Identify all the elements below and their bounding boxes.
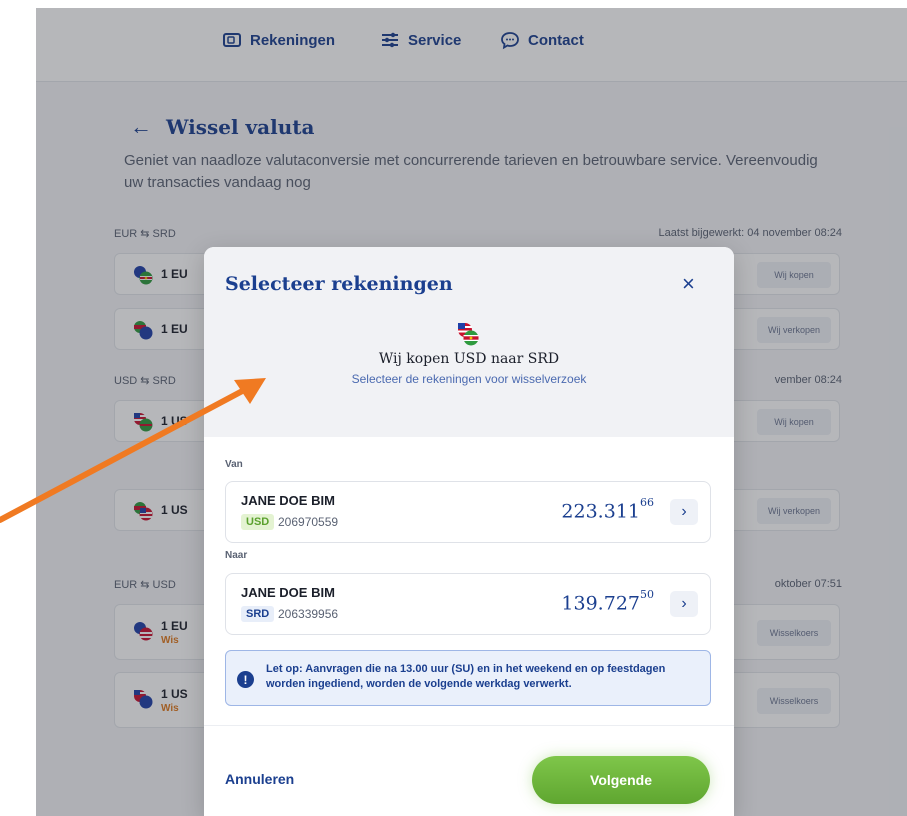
currency-badge: USD xyxy=(241,514,275,530)
select-accounts-modal: Selecteer rekeningen × Wij kopen USD naa… xyxy=(204,247,734,816)
account-number: 206970559 xyxy=(278,515,339,529)
cancel-button[interactable]: Annuleren xyxy=(225,771,294,787)
balance-cents: 66 xyxy=(640,496,654,509)
usd-srd-flag-icon xyxy=(458,323,479,346)
balance-main: 223.311 xyxy=(561,500,640,523)
notice-text: Let op: Aanvragen die na 13.00 uur (SU) … xyxy=(266,663,666,690)
chevron-right-icon[interactable]: › xyxy=(670,591,698,617)
to-label: Naar xyxy=(225,550,248,561)
account-holder-name: JANE DOE BIM xyxy=(241,493,335,508)
exchange-direction-heading: Wij kopen USD naar SRD xyxy=(378,351,560,367)
account-holder-name: JANE DOE BIM xyxy=(241,585,335,600)
to-account-card[interactable]: JANE DOE BIM SRD 206339956 139.72750 › xyxy=(225,573,711,635)
from-label: Van xyxy=(225,459,243,470)
balance-main: 139.727 xyxy=(561,592,640,615)
from-account-card[interactable]: JANE DOE BIM USD 206970559 223.31166 › xyxy=(225,481,711,543)
info-icon: ! xyxy=(237,671,254,688)
close-icon[interactable]: × xyxy=(682,271,695,297)
modal-footer: Annuleren Volgende xyxy=(204,725,734,816)
notice-banner: ! Let op: Aanvragen die na 13.00 uur (SU… xyxy=(225,650,711,706)
currency-badge: SRD xyxy=(241,606,275,622)
exchange-direction-subheading: Selecteer de rekeningen voor wisselverzo… xyxy=(351,372,587,386)
account-balance: 223.31166 xyxy=(561,496,654,523)
next-button[interactable]: Volgende xyxy=(532,756,710,804)
balance-cents: 50 xyxy=(640,588,654,601)
account-balance: 139.72750 xyxy=(561,588,654,615)
modal-title: Selecteer rekeningen xyxy=(225,273,453,295)
account-number: 206339956 xyxy=(278,607,339,621)
chevron-right-icon[interactable]: › xyxy=(670,499,698,525)
screenshot-stage: Rekeningen Service Contact ← Wissel valu… xyxy=(0,0,907,816)
